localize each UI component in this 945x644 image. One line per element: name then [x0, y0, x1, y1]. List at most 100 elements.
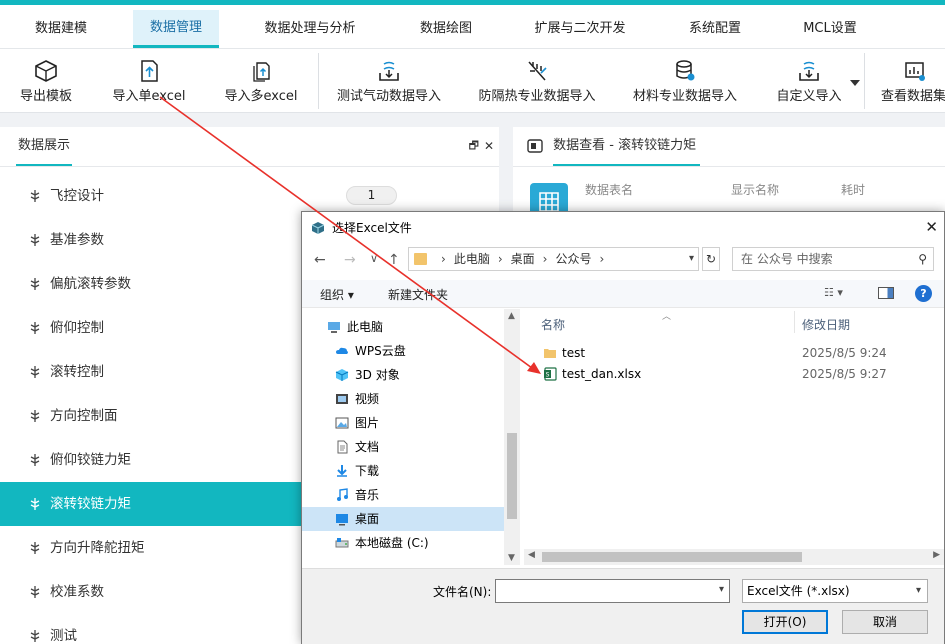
breadcrumb-gongzhonghao[interactable]: 公众号	[555, 252, 591, 266]
nav-pane-item[interactable]: 视频	[302, 387, 504, 411]
nav-pane-item[interactable]: WPS云盘	[302, 339, 504, 363]
import-aero-test-data-button[interactable]: 测试气动数据导入	[328, 55, 450, 109]
dialog-title-bar: 选择Excel文件	[302, 212, 944, 244]
scroll-right-icon[interactable]: ▶	[933, 550, 940, 560]
custom-import-button[interactable]: 自定义导入	[766, 55, 852, 109]
data-view-icon	[527, 138, 543, 153]
cancel-button[interactable]: 取消	[842, 610, 928, 634]
file-list-scrollbar[interactable]: ◀ ▶	[524, 549, 944, 565]
select-excel-dialog: 选择Excel文件 ✕ ← → ∨ ↑ › 此电脑 › 桌面 › 公众号 › ▾ ↻ 在 公…	[301, 211, 945, 644]
nav-pane-item[interactable]: 3D 对象	[302, 363, 504, 387]
nav-pane-item[interactable]: 桌面	[302, 507, 504, 531]
nav-pane-item[interactable]: 文档	[302, 435, 504, 459]
dialog-nav-pane: 此电脑 WPS云盘 3D 对象视频图片文档下载音乐桌面本地磁盘 (C:)	[302, 309, 520, 565]
scroll-up-icon[interactable]: ▲	[508, 311, 515, 321]
refresh-icon[interactable]: ↻	[702, 247, 720, 271]
nav-pane-label: 文档	[355, 440, 380, 454]
column-duration: 耗时	[841, 183, 866, 197]
menu-tab-extension[interactable]: 扩展与二次开发	[522, 10, 638, 48]
menu-tab-mcl-settings[interactable]: MCL设置	[790, 10, 870, 48]
nav-pane-label: 此电脑	[347, 320, 384, 334]
nav-pane-item[interactable]: 下载	[302, 459, 504, 483]
filetype-select[interactable]: Excel文件 (*.xlsx) ▾	[742, 579, 928, 603]
download-icon	[337, 465, 347, 477]
new-folder-button[interactable]: 新建文件夹	[388, 286, 448, 303]
preview-pane-icon[interactable]	[878, 287, 894, 299]
menu-tab-plotting[interactable]: 数据绘图	[408, 10, 484, 48]
export-template-label: 导出模板	[19, 89, 72, 104]
filename-dropdown-icon[interactable]: ▾	[719, 584, 724, 595]
column-date-header[interactable]: 修改日期	[802, 316, 850, 333]
file-row-test-dan[interactable]: S test_dan.xlsx 2025/8/5 9:27	[524, 364, 938, 385]
tree-item-label: 滚转控制	[50, 364, 104, 380]
filename-input[interactable]: ▾	[495, 579, 730, 603]
import-single-excel-button[interactable]: 导入单excel	[103, 55, 195, 109]
svg-text:S: S	[546, 372, 550, 379]
filetype-value: Excel文件 (*.xlsx)	[747, 584, 850, 598]
tree-node-icon	[30, 234, 40, 246]
back-arrow-icon[interactable]: ←	[314, 252, 326, 268]
open-button[interactable]: 打开(O)	[742, 610, 828, 634]
address-dropdown-icon[interactable]: ▾	[689, 248, 694, 270]
toolbar-divider	[318, 53, 319, 109]
nav-pane-scrollbar[interactable]: ▲ ▼	[504, 309, 520, 565]
import-tray-icon	[799, 61, 819, 81]
breadcrumb-this-pc[interactable]: 此电脑	[454, 252, 490, 266]
import-heat-shield-data-button[interactable]: 防隔热专业数据导入	[468, 55, 606, 109]
file-date: 2025/8/5 9:27	[802, 367, 887, 381]
breadcrumb-desktop[interactable]: 桌面	[511, 252, 535, 266]
toolbar-divider	[864, 53, 865, 109]
dialog-close-icon[interactable]: ✕	[925, 218, 938, 236]
nav-pane-item[interactable]: 图片	[302, 411, 504, 435]
organize-button[interactable]: 组织 ▾	[320, 286, 354, 303]
folder-icon	[544, 349, 556, 358]
menu-tab-modeling[interactable]: 数据建模	[22, 10, 100, 48]
view-dataset-button[interactable]: 查看数据集	[876, 55, 945, 109]
menu-tab-system-config[interactable]: 系统配置	[676, 10, 754, 48]
tree-node-icon	[30, 278, 40, 290]
breadcrumb-sep: ›	[497, 252, 503, 266]
nav-pane-label: 视频	[355, 392, 380, 406]
menu-tab-data-management[interactable]: 数据管理	[133, 10, 219, 48]
nav-pane-item[interactable]: 此电脑	[302, 315, 504, 339]
address-bar[interactable]: › 此电脑 › 桌面 › 公众号 › ▾	[408, 247, 699, 271]
column-display-name: 显示名称	[731, 183, 780, 197]
filename-label: 文件名(N):	[433, 585, 492, 599]
nav-pane-label: 音乐	[355, 488, 380, 502]
scroll-thumb[interactable]	[507, 433, 517, 519]
import-material-data-button[interactable]: 材料专业数据导入	[624, 55, 746, 109]
recent-locations-icon[interactable]: ∨	[370, 252, 378, 265]
ribbon-toolbar: 导出模板 导入单excel 导入多excel 测试气动数据导入 防隔热专业数据导…	[0, 49, 945, 113]
import-tray-icon	[379, 61, 399, 81]
import-multi-file-icon	[253, 62, 270, 82]
file-name: test_dan.xlsx	[562, 367, 642, 381]
nav-pane-item[interactable]: 本地磁盘 (C:)	[302, 531, 504, 555]
scroll-left-icon[interactable]: ◀	[528, 550, 535, 560]
data-display-panel-header: 数据展示 🗗 ✕	[0, 127, 499, 167]
help-icon[interactable]: ?	[915, 285, 932, 302]
tree-item-label: 方向升降舵扭矩	[50, 540, 145, 556]
video-icon	[336, 394, 348, 404]
forward-arrow-icon[interactable]: →	[344, 252, 356, 268]
tree-node-icon	[30, 498, 40, 510]
custom-import-dropdown-caret[interactable]	[850, 80, 860, 86]
view-options-icon[interactable]: ☷ ▾	[824, 286, 843, 299]
tree-node-icon	[30, 410, 40, 422]
close-panel-icon[interactable]: ✕	[484, 127, 494, 165]
breadcrumb-sep: ›	[542, 252, 548, 266]
up-arrow-icon[interactable]: ↑	[388, 252, 400, 268]
float-panel-icon[interactable]: 🗗	[469, 127, 479, 165]
search-input[interactable]: 在 公众号 中搜索 ⚲	[732, 247, 934, 271]
column-name-header[interactable]: 名称	[541, 316, 565, 333]
export-template-button[interactable]: 导出模板	[10, 55, 82, 109]
nav-pane-item[interactable]: 音乐	[302, 483, 504, 507]
desktop-icon	[336, 514, 348, 526]
scroll-down-icon[interactable]: ▼	[508, 553, 515, 563]
nav-pane-label: 桌面	[355, 512, 380, 526]
import-multi-excel-button[interactable]: 导入多excel	[215, 55, 307, 109]
menu-tab-processing[interactable]: 数据处理与分析	[252, 10, 368, 48]
search-placeholder: 在 公众号 中搜索	[741, 252, 833, 266]
file-row-test[interactable]: test 2025/8/5 9:24	[524, 343, 938, 364]
scroll-thumb[interactable]	[542, 552, 802, 562]
3d-object-icon	[335, 369, 349, 381]
